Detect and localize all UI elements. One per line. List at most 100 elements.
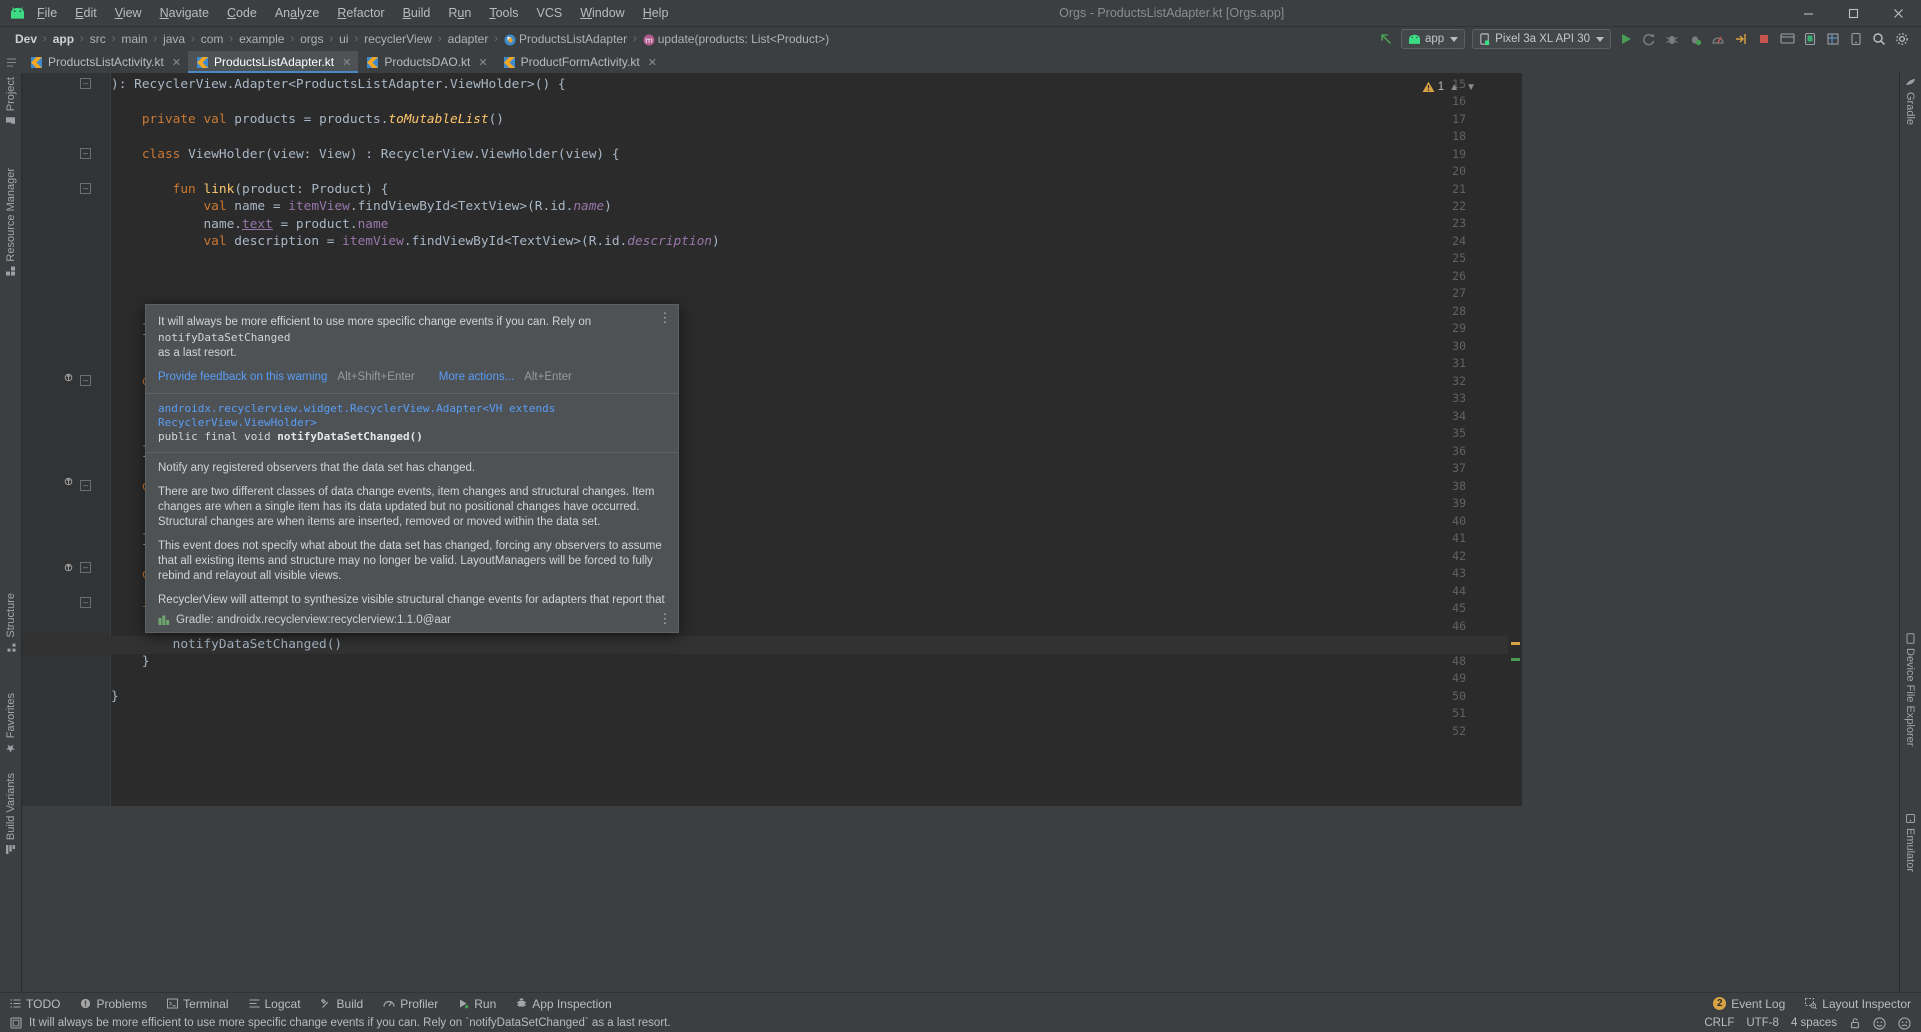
sidebar-item-device-file-explorer[interactable]: Device File Explorer bbox=[1899, 633, 1921, 746]
fold-marker[interactable]: – bbox=[80, 562, 91, 573]
bottom-item-problems[interactable]: Problems bbox=[70, 993, 157, 1015]
device-manager-icon[interactable] bbox=[1845, 28, 1867, 50]
breadcrumb-item-app[interactable]: app bbox=[50, 27, 77, 51]
fold-marker[interactable]: – bbox=[80, 375, 91, 386]
settings-gear-icon[interactable] bbox=[1891, 28, 1913, 50]
menu-view[interactable]: View bbox=[106, 0, 151, 27]
menu-help[interactable]: Help bbox=[634, 0, 678, 27]
breadcrumb-item-class[interactable]: ProductsListAdapter bbox=[501, 27, 630, 51]
override-gutter-icon[interactable] bbox=[64, 477, 73, 486]
profile-icon[interactable] bbox=[1707, 28, 1729, 50]
override-gutter-icon[interactable] bbox=[64, 563, 73, 572]
line-separator-indicator[interactable]: CRLF bbox=[1704, 1017, 1734, 1029]
breadcrumb-item-adapter[interactable]: adapter bbox=[445, 27, 492, 51]
more-options-icon[interactable]: ⋮ bbox=[658, 311, 672, 324]
sidebar-item-project[interactable]: Project bbox=[0, 77, 22, 126]
menu-edit[interactable]: Edit bbox=[66, 0, 106, 27]
bottom-item-logcat[interactable]: Logcat bbox=[239, 993, 311, 1015]
tab-products-list-adapter[interactable]: ProductsListAdapter.kt ✕ bbox=[188, 51, 359, 73]
encoding-indicator[interactable]: UTF-8 bbox=[1746, 1017, 1779, 1029]
tab-close-icon[interactable]: ✕ bbox=[172, 56, 181, 69]
close-button[interactable] bbox=[1876, 0, 1921, 27]
sidebar-item-gradle[interactable]: Gradle bbox=[1899, 77, 1921, 125]
search-everywhere-icon[interactable] bbox=[1375, 28, 1397, 50]
signature-owner[interactable]: androidx.recyclerview.widget.RecyclerVie… bbox=[158, 402, 666, 430]
avd-manager-icon[interactable] bbox=[1799, 28, 1821, 50]
menu-window[interactable]: Window bbox=[571, 0, 633, 27]
sdk-manager-icon[interactable] bbox=[1776, 28, 1798, 50]
breadcrumb-item-com[interactable]: com bbox=[198, 27, 227, 51]
layout-inspector-button[interactable]: Layout Inspector bbox=[1795, 993, 1921, 1015]
device-selector[interactable]: Pixel 3a XL API 30 bbox=[1472, 29, 1611, 49]
bottom-item-terminal[interactable]: Terminal bbox=[157, 993, 238, 1015]
rerun-icon[interactable] bbox=[1638, 28, 1660, 50]
editor-gutter[interactable] bbox=[22, 73, 110, 806]
stop-icon[interactable] bbox=[1753, 28, 1775, 50]
fold-marker[interactable]: – bbox=[80, 148, 91, 159]
prev-problem-icon[interactable]: ▲ bbox=[1447, 82, 1461, 93]
tab-products-list-activity[interactable]: ProductsListActivity.kt ✕ bbox=[22, 51, 188, 73]
bottom-item-run[interactable]: Run bbox=[448, 993, 506, 1015]
override-gutter-icon[interactable] bbox=[64, 373, 73, 382]
run-configuration-selector[interactable]: app bbox=[1400, 29, 1466, 49]
menu-analyze[interactable]: Analyze bbox=[266, 0, 328, 27]
next-problem-icon[interactable]: ▼ bbox=[1464, 82, 1478, 93]
happy-face-icon[interactable] bbox=[1873, 1016, 1886, 1030]
breadcrumb-item-method[interactable]: m update(products: List<Product>) bbox=[640, 27, 832, 51]
sidebar-item-structure[interactable]: Structure bbox=[0, 593, 22, 653]
sad-face-icon[interactable] bbox=[1898, 1016, 1911, 1030]
tab-close-icon[interactable]: ✕ bbox=[342, 56, 351, 69]
sidebar-item-resource-manager[interactable]: Resource Manager bbox=[0, 168, 22, 277]
tab-close-icon[interactable]: ✕ bbox=[648, 56, 657, 69]
inspection-status-widget[interactable]: 1 ▲ ▼ bbox=[1422, 81, 1478, 93]
documentation-popup[interactable]: ⋮ It will always be more efficient to us… bbox=[145, 304, 679, 633]
search-icon[interactable] bbox=[1868, 28, 1890, 50]
menu-file[interactable]: File bbox=[28, 0, 66, 27]
breadcrumb-item-ui[interactable]: ui bbox=[336, 27, 351, 51]
attach-debugger-icon[interactable] bbox=[1684, 28, 1706, 50]
indent-indicator[interactable]: 4 spaces bbox=[1791, 1017, 1837, 1029]
tabs-list-icon[interactable] bbox=[0, 51, 22, 73]
footer-more-options-icon[interactable]: ⋮ bbox=[658, 612, 672, 625]
layout-inspector-icon[interactable] bbox=[1822, 28, 1844, 50]
fold-marker[interactable]: – bbox=[80, 183, 91, 194]
menu-vcs[interactable]: VCS bbox=[528, 0, 572, 27]
menu-build[interactable]: Build bbox=[394, 0, 440, 27]
provide-feedback-link[interactable]: Provide feedback on this warning bbox=[158, 371, 327, 383]
bottom-item-build[interactable]: Build bbox=[311, 993, 374, 1015]
apply-changes-icon[interactable] bbox=[1730, 28, 1752, 50]
sidebar-item-build-variants[interactable]: Build Variants bbox=[0, 773, 22, 855]
bottom-item-profiler[interactable]: Profiler bbox=[373, 993, 448, 1015]
warning-stripe[interactable] bbox=[1511, 642, 1520, 645]
bottom-item-app-inspection[interactable]: App Inspection bbox=[506, 993, 621, 1015]
menu-refactor[interactable]: Refactor bbox=[328, 0, 393, 27]
sidebar-item-favorites[interactable]: Favorites bbox=[0, 693, 22, 753]
inspection-icon[interactable] bbox=[10, 1017, 22, 1029]
menu-tools[interactable]: Tools bbox=[480, 0, 527, 27]
unlock-icon[interactable] bbox=[1849, 1017, 1861, 1029]
menu-code[interactable]: Code bbox=[218, 0, 266, 27]
fold-marker[interactable]: – bbox=[80, 78, 91, 89]
fold-marker[interactable]: – bbox=[80, 597, 91, 608]
ok-stripe[interactable] bbox=[1511, 658, 1520, 661]
maximize-button[interactable] bbox=[1831, 0, 1876, 27]
tab-products-dao[interactable]: ProductsDAO.kt ✕ bbox=[358, 51, 494, 73]
breadcrumb-item-main[interactable]: main bbox=[118, 27, 150, 51]
breadcrumb-item-recyclerview[interactable]: recyclerView bbox=[361, 27, 435, 51]
fold-marker[interactable]: – bbox=[80, 480, 91, 491]
breadcrumb-item-orgs[interactable]: orgs bbox=[297, 27, 326, 51]
menu-navigate[interactable]: Navigate bbox=[151, 0, 218, 27]
menu-run[interactable]: Run bbox=[439, 0, 480, 27]
error-stripe-marker-panel[interactable] bbox=[1508, 73, 1522, 806]
breadcrumb-item-src[interactable]: src bbox=[87, 27, 109, 51]
tab-product-form-activity[interactable]: ProductFormActivity.kt ✕ bbox=[495, 51, 664, 73]
debug-icon[interactable] bbox=[1661, 28, 1683, 50]
tab-close-icon[interactable]: ✕ bbox=[478, 56, 487, 69]
breadcrumb-item-java[interactable]: java bbox=[160, 27, 188, 51]
minimize-button[interactable] bbox=[1786, 0, 1831, 27]
run-icon[interactable] bbox=[1615, 28, 1637, 50]
more-actions-link[interactable]: More actions... bbox=[439, 371, 514, 383]
sidebar-item-emulator[interactable]: Emulator bbox=[1899, 813, 1921, 872]
breadcrumb-item-dev[interactable]: Dev bbox=[12, 27, 40, 51]
breadcrumb-item-example[interactable]: example bbox=[236, 27, 287, 51]
